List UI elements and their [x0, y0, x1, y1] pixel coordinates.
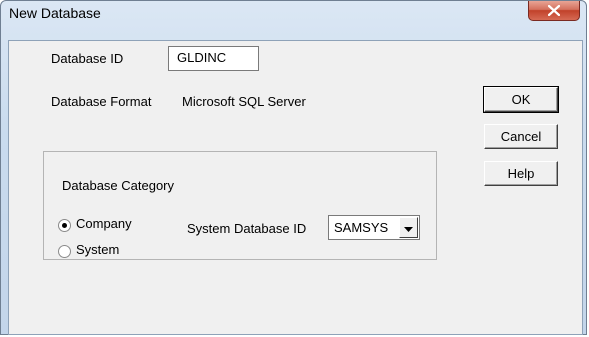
database-format-value: Microsoft SQL Server: [182, 94, 306, 109]
database-category-label: Database Category: [60, 178, 177, 193]
system-database-id-select[interactable]: SAMSYS: [328, 215, 420, 240]
company-radio-label[interactable]: Company: [76, 216, 132, 231]
database-id-label: Database ID: [51, 51, 124, 66]
system-database-id-label: System Database ID: [187, 221, 307, 236]
database-format-label: Database Format: [51, 94, 152, 109]
company-radio[interactable]: [58, 219, 71, 232]
window-title: New Database: [9, 5, 101, 21]
dropdown-button[interactable]: [399, 217, 418, 238]
system-radio[interactable]: [58, 245, 71, 258]
ok-button[interactable]: OK: [483, 86, 559, 113]
database-id-input[interactable]: GLDINC: [168, 46, 259, 71]
system-radio-label[interactable]: System: [76, 242, 119, 257]
title-bar[interactable]: New Database: [1, 1, 586, 29]
help-button[interactable]: Help: [484, 161, 558, 186]
close-icon: [548, 5, 560, 16]
dropdown-arrow-icon: [404, 219, 413, 237]
radio-selected-dot: [62, 223, 67, 228]
close-button[interactable]: [528, 1, 580, 21]
cancel-button[interactable]: Cancel: [484, 124, 558, 149]
system-database-id-value: SAMSYS: [334, 220, 389, 235]
